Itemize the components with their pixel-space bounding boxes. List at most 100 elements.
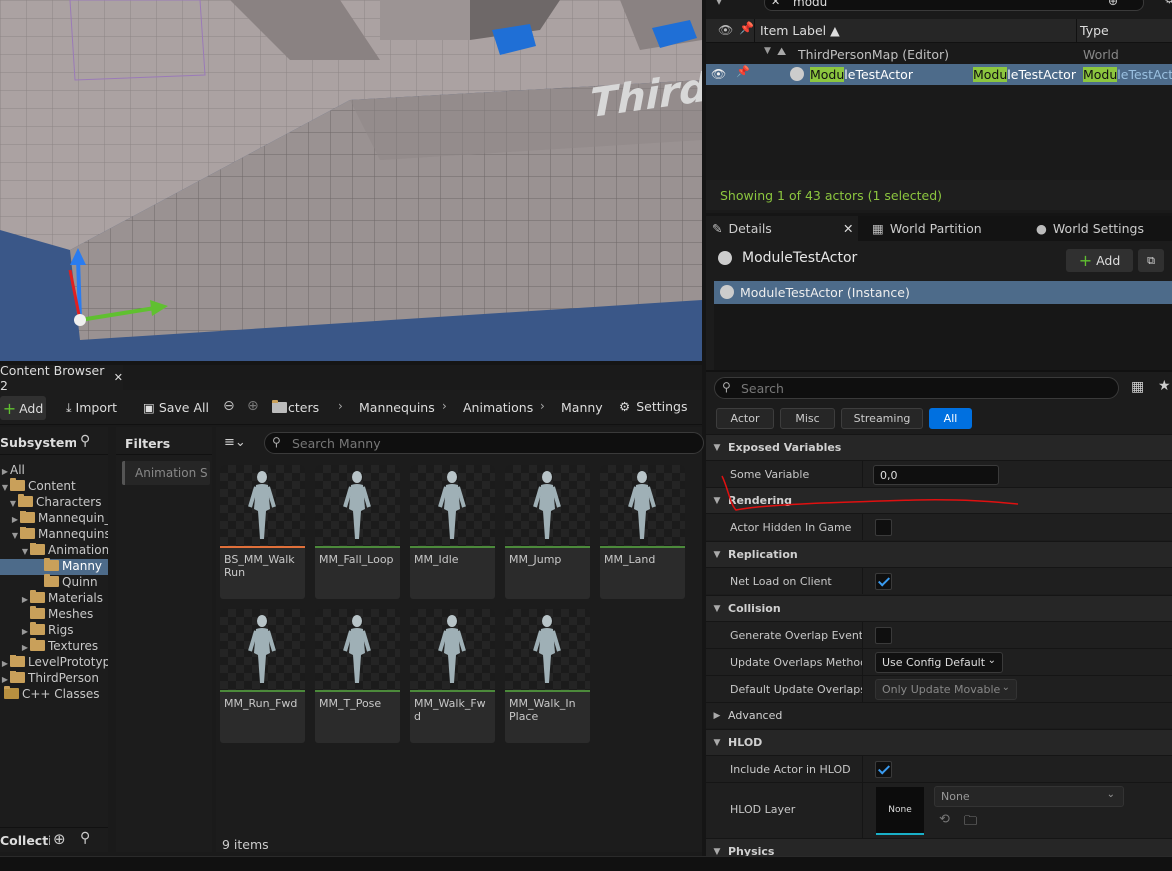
asset-type-bar bbox=[410, 690, 495, 692]
asset-search-placeholder: Search Manny bbox=[292, 436, 381, 451]
mannequin-icon bbox=[628, 471, 656, 539]
visibility-column-icon[interactable]: 👁 bbox=[718, 23, 733, 37]
tree-item-cpp-classes[interactable]: C++ Classes bbox=[4, 686, 100, 703]
mannequin-icon bbox=[438, 471, 466, 539]
tree-item-thirdperson[interactable]: ▶ ThirdPerson bbox=[0, 671, 108, 687]
asset-thumbnail bbox=[600, 465, 685, 547]
folder-icon bbox=[30, 606, 45, 619]
breadcrumb-characters[interactable]: cters bbox=[288, 400, 319, 415]
cpp-folder-icon bbox=[4, 686, 19, 699]
asset-tile[interactable]: MM_Land bbox=[600, 465, 685, 599]
back-arrow-icon[interactable]: ⊖ bbox=[223, 398, 235, 414]
breadcrumb-separator-icon: › bbox=[442, 399, 447, 413]
settings-button[interactable]: ⚙ Settings bbox=[619, 399, 688, 414]
tree-item-all[interactable]: ▶ All bbox=[0, 463, 25, 479]
outliner-status-bar: Showing 1 of 43 actors (1 selected) bbox=[706, 180, 1172, 210]
status-bar bbox=[0, 856, 1172, 871]
pin-column-icon[interactable]: 📌 bbox=[739, 21, 754, 35]
outliner-settings-icon[interactable]: ⚙ bbox=[1164, 0, 1172, 6]
asset-type-bar bbox=[505, 546, 590, 548]
clear-search-icon[interactable]: ✕ bbox=[771, 0, 780, 8]
asset-thumbnail bbox=[315, 465, 400, 547]
breadcrumb-separator-icon: › bbox=[338, 399, 343, 413]
plus-icon: + bbox=[2, 398, 17, 418]
tree-item-rigs[interactable]: ▶ Rigs bbox=[20, 622, 74, 639]
asset-type-bar bbox=[315, 690, 400, 692]
tree-item-materials[interactable]: ▶ Materials bbox=[20, 590, 103, 607]
visibility-eye-icon[interactable]: 👁 bbox=[711, 67, 726, 81]
filter-list-icon[interactable]: ≡⌄ bbox=[224, 435, 246, 450]
save-icon: ▣ bbox=[143, 400, 155, 415]
breadcrumb-animations[interactable]: Animations bbox=[463, 400, 533, 415]
asset-tile[interactable]: MM_Fall_Loop bbox=[315, 465, 400, 599]
outliner-toolbar: ▾ ✕ modu ⊕ ⚙ bbox=[712, 0, 1172, 12]
mannequin-icon bbox=[248, 615, 276, 683]
folder-icon bbox=[44, 574, 59, 587]
tab-content-browser[interactable]: Content Browser 2 ✕ bbox=[0, 363, 123, 393]
tree-item-characters[interactable]: ▼ Characters bbox=[8, 494, 102, 511]
outliner-row-module-test-actor[interactable]: 👁 📌 ModuleTestActor ModuleTestActor Modu… bbox=[706, 64, 1172, 85]
asset-tile[interactable]: MM_Idle bbox=[410, 465, 495, 599]
world-outliner: ▾ ✕ modu ⊕ ⚙ 👁 📌 Item Label ▲ Type ▼ ⛰ T… bbox=[706, 0, 1172, 213]
item-label-column[interactable]: Item Label ▲ bbox=[760, 23, 840, 38]
type-column[interactable]: Type bbox=[1080, 23, 1109, 38]
filter-icon[interactable]: ▾ bbox=[716, 0, 722, 8]
search-icon: ⚲ bbox=[272, 435, 281, 449]
mannequin-icon bbox=[533, 471, 561, 539]
mannequin-icon bbox=[533, 615, 561, 683]
save-all-button[interactable]: ▣ Save All bbox=[143, 400, 209, 415]
tree-item-quinn[interactable]: Quinn bbox=[44, 574, 98, 591]
folder-icon bbox=[30, 622, 45, 635]
level-viewport[interactable]: Third bbox=[0, 0, 702, 361]
world-label: ThirdPersonMap (Editor) bbox=[798, 47, 949, 62]
sources-header: SubsystemT ⚲ bbox=[0, 431, 108, 455]
tree-item-mannequins[interactable]: ▼ Mannequins bbox=[10, 527, 108, 543]
asset-thumbnail bbox=[315, 609, 400, 691]
asset-tile[interactable]: MM_Walk_Fwd bbox=[410, 609, 495, 743]
asset-type-bar bbox=[315, 546, 400, 548]
close-tab-icon[interactable]: ✕ bbox=[114, 371, 123, 384]
breadcrumb-mannequins[interactable]: Mannequins bbox=[359, 400, 435, 415]
tree-item-content[interactable]: ▼ Content bbox=[0, 478, 76, 495]
tree-item-mannequin[interactable]: ▶ Mannequin_ bbox=[10, 511, 108, 527]
asset-thumbnail bbox=[220, 609, 305, 691]
add-collection-icon[interactable]: ⊕ bbox=[53, 830, 66, 848]
search-icon[interactable]: ⚲ bbox=[80, 433, 90, 449]
asset-type-bar bbox=[220, 546, 305, 548]
asset-tile[interactable]: BS_MM_Walk Run bbox=[220, 465, 305, 599]
import-button[interactable]: ⤓ Import bbox=[66, 400, 117, 416]
folder-icon bbox=[18, 494, 33, 507]
actor-class: ModuleTestActor bbox=[973, 67, 1076, 82]
breadcrumb-manny[interactable]: Manny bbox=[561, 400, 603, 415]
asset-tile[interactable]: MM_Run_Fwd bbox=[220, 609, 305, 743]
tree-item-levelprototyping[interactable]: ▶ LevelPrototyp bbox=[0, 655, 108, 671]
gear-icon: ⚙ bbox=[619, 399, 631, 414]
tree-item-meshes[interactable]: Meshes bbox=[30, 606, 93, 623]
search-icon[interactable]: ⚲ bbox=[80, 830, 90, 846]
forward-arrow-icon[interactable]: ⊕ bbox=[247, 398, 259, 414]
outliner-search-input[interactable]: ✕ modu bbox=[764, 0, 1144, 11]
tree-item-manny[interactable]: Manny bbox=[0, 558, 108, 575]
asset-thumbnail bbox=[410, 609, 495, 691]
outliner-header: 👁 📌 Item Label ▲ Type bbox=[706, 19, 1172, 43]
asset-thumbnail bbox=[505, 609, 590, 691]
filters-panel: Filters Animation S bbox=[116, 427, 212, 852]
pin-icon[interactable]: 📌 bbox=[736, 65, 750, 78]
asset-name: MM_Fall_Loop bbox=[319, 553, 394, 566]
folder-icon bbox=[10, 671, 25, 683]
folder-icon bbox=[20, 511, 35, 523]
outliner-row-world[interactable]: ▼ ⛰ ThirdPersonMap (Editor) World bbox=[706, 44, 1172, 64]
asset-tile[interactable]: MM_Jump bbox=[505, 465, 590, 599]
expand-arrow-icon[interactable]: ▼ bbox=[764, 46, 771, 56]
actor-icon bbox=[790, 67, 804, 81]
add-filter-icon[interactable]: ⊕ bbox=[1108, 0, 1118, 8]
add-button[interactable]: + Add bbox=[0, 396, 46, 420]
asset-search-input[interactable]: ⚲ Search Manny bbox=[264, 432, 704, 454]
tree-item-textures[interactable]: ▶ Textures bbox=[20, 638, 98, 655]
tree-item-animations[interactable]: ▼ Animation bbox=[20, 543, 108, 559]
world-icon: ⛰ bbox=[777, 45, 787, 58]
asset-tile[interactable]: MM_Walk_In Place bbox=[505, 609, 590, 743]
asset-tile[interactable]: MM_T_Pose bbox=[315, 609, 400, 743]
folder-icon bbox=[10, 478, 25, 491]
filter-chip-animation-sequence[interactable]: Animation S bbox=[122, 461, 210, 485]
